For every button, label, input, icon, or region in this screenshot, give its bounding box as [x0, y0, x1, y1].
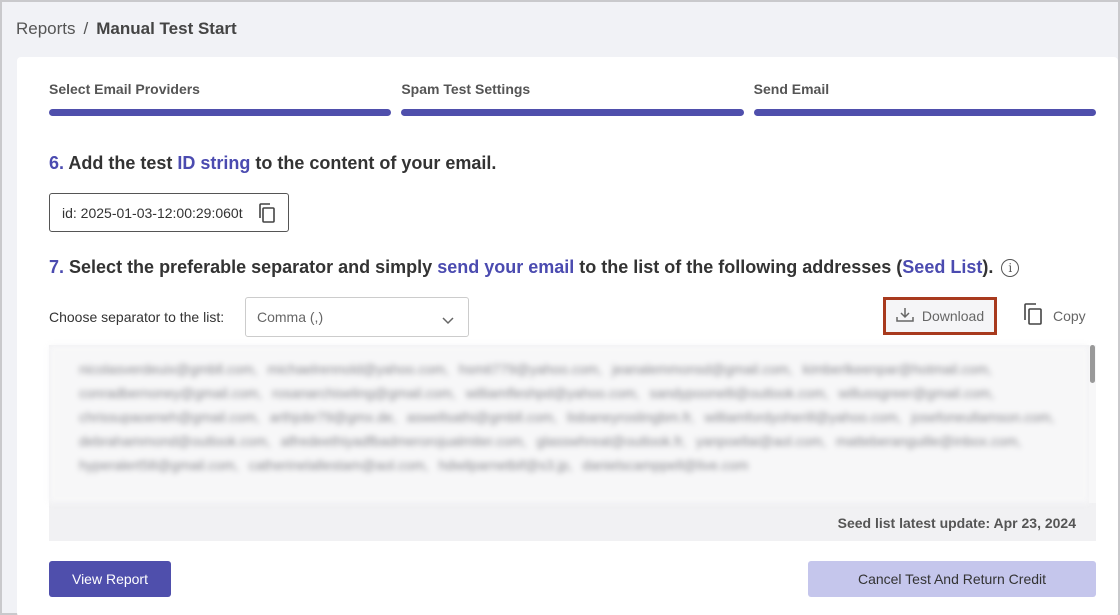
- step-spam-test-settings: Spam Test Settings: [401, 81, 744, 116]
- seed-list-text[interactable]: nicolasverdeuix@gmbll.com, michaelrennol…: [49, 345, 1089, 503]
- page-title: Manual Test Start: [96, 19, 237, 38]
- separator-selected-value: Comma (,): [257, 309, 324, 325]
- step-progress-bar: [401, 109, 744, 116]
- separator-dropdown[interactable]: Comma (,): [245, 297, 469, 337]
- step-select-email-providers: Select Email Providers: [49, 81, 392, 116]
- instruction-text: to the list of the following addresses (: [579, 257, 903, 277]
- copy-icon[interactable]: [258, 203, 276, 226]
- step-7-instruction: 7. Select the preferable separator and s…: [49, 257, 1020, 278]
- test-id-value: id: 2025-01-03-12:00:29:060t: [62, 204, 243, 221]
- step-label: Select Email Providers: [49, 81, 200, 97]
- breadcrumb-reports-link[interactable]: Reports: [16, 19, 76, 39]
- step-label: Spam Test Settings: [401, 81, 531, 97]
- instruction-text: ).: [982, 257, 994, 277]
- copy-icon: [1023, 303, 1043, 328]
- view-report-button[interactable]: View Report: [49, 561, 171, 597]
- copy-label: Copy: [1053, 307, 1086, 324]
- chevron-down-icon: [442, 312, 454, 328]
- breadcrumb: Reports / Manual Test Start: [16, 19, 237, 39]
- breadcrumb-separator: /: [83, 19, 89, 38]
- step-number: 6.: [49, 153, 65, 173]
- test-id-field[interactable]: id: 2025-01-03-12:00:29:060t: [49, 193, 289, 232]
- seed-list-scrollbar[interactable]: [1089, 345, 1096, 503]
- step-progress-bar: [753, 109, 1096, 116]
- seed-list-panel: nicolasverdeuix@gmbll.com, michaelrennol…: [49, 345, 1096, 541]
- main-card: Select Email Providers Spam Test Setting…: [17, 57, 1118, 615]
- download-label: Download: [921, 308, 985, 324]
- step-progress-bar: [49, 109, 392, 116]
- info-icon[interactable]: i: [1001, 258, 1020, 277]
- seed-list-update-date: Seed list latest update: Apr 23, 2024: [837, 515, 1076, 531]
- step-send-email: Send Email: [753, 81, 1096, 116]
- instruction-text: Select the preferable separator and simp…: [69, 257, 433, 277]
- instruction-highlight: send your email: [437, 257, 575, 277]
- progress-steps: Select Email Providers Spam Test Setting…: [49, 81, 1096, 116]
- cancel-test-button[interactable]: Cancel Test And Return Credit: [808, 561, 1096, 597]
- scrollbar-thumb[interactable]: [1090, 345, 1095, 383]
- download-button[interactable]: Download: [883, 297, 997, 335]
- seed-list-link[interactable]: Seed List: [902, 257, 982, 278]
- step-6-instruction: 6. Add the test ID string to the content…: [49, 153, 496, 174]
- copy-button[interactable]: Copy: [1023, 303, 1086, 328]
- instruction-text: Add the test: [68, 153, 178, 173]
- separator-label: Choose separator to the list:: [49, 309, 225, 325]
- step-label: Send Email: [753, 81, 830, 97]
- instruction-highlight: ID string: [177, 153, 251, 173]
- download-icon: [896, 307, 914, 326]
- step-number: 7.: [49, 257, 65, 277]
- instruction-text: to the content of your email.: [250, 153, 497, 173]
